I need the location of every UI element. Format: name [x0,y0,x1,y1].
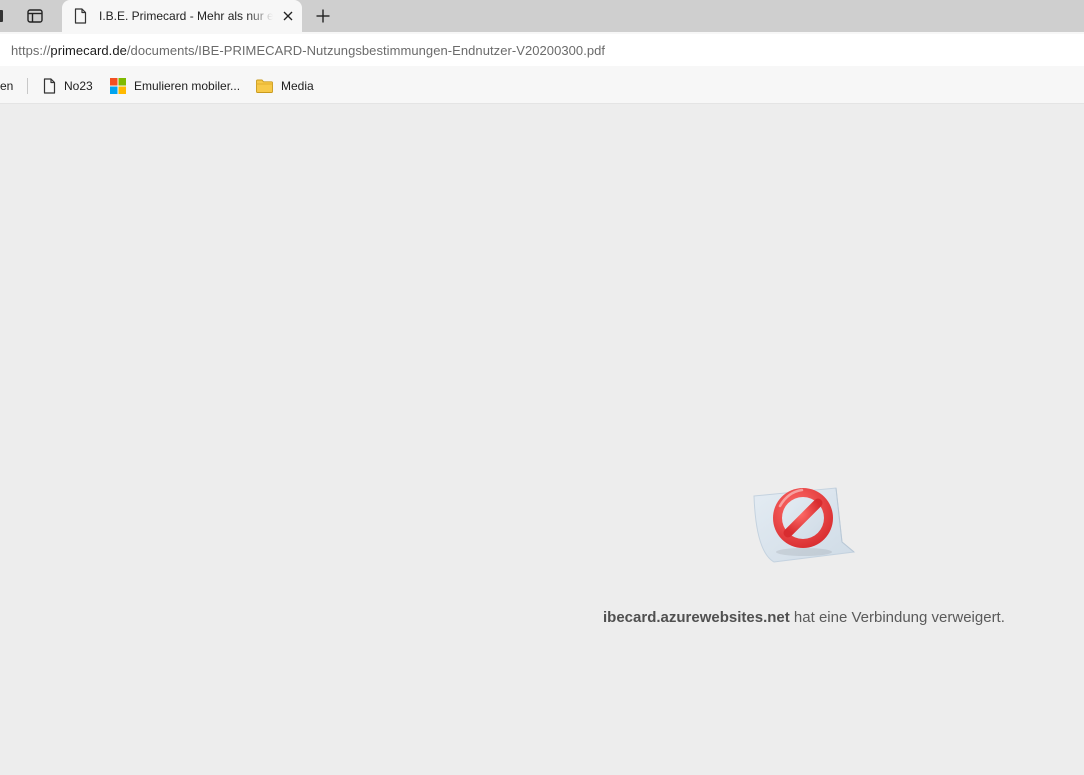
active-tab[interactable]: I.B.E. Primecard - Mehr als nur eine Kar… [62,0,302,32]
page-icon [43,78,56,94]
bookmark-media-folder[interactable]: Media [256,75,314,97]
bookmark-no23[interactable]: No23 [43,75,93,97]
blocked-icon [750,482,858,573]
url-text[interactable]: https://primecard.de/documents/IBE-PRIME… [0,43,605,58]
bookmarks-separator [27,78,28,94]
folder-icon [256,79,273,93]
error-host: ibecard.azurewebsites.net [603,609,790,626]
toolbar: https://primecard.de/documents/IBE-PRIME… [0,32,1084,68]
close-tab-button[interactable] [279,7,297,25]
bookmark-label: Emulieren mobiler... [134,79,241,93]
error-text: hat eine Verbindung verweigert. [793,609,1005,626]
previous-tab-edge[interactable] [0,10,3,22]
new-tab-button[interactable] [310,4,336,28]
tab-actions-button[interactable] [22,5,48,27]
page-content: ibecard.azurewebsites.net hat eine Verbi… [0,104,1084,775]
tab-actions-icon [27,9,43,23]
bookmarks-bar: en No23 Emulieren mobiler... Media [0,68,1084,104]
microsoft-logo-icon [110,78,126,94]
bookmark-emulieren[interactable]: Emulieren mobiler... [110,75,240,97]
bookmark-label: en [0,79,14,93]
address-bar[interactable]: https://primecard.de/documents/IBE-PRIME… [0,34,1084,66]
bookmark-truncated[interactable]: en [0,75,13,97]
bookmark-label: Media [281,79,314,93]
tab-strip: I.B.E. Primecard - Mehr als nur eine Kar… [0,0,1084,32]
url-path: /documents/IBE-PRIMECARD-Nutzungsbestimm… [126,42,606,58]
url-scheme: https:// [11,42,51,58]
page-icon [74,8,87,29]
error-message: ibecard.azurewebsites.net hat eine Verbi… [603,609,1063,626]
plus-icon [316,9,330,23]
close-icon [283,11,293,21]
tab-title: I.B.E. Primecard - Mehr als nur eine Kar… [99,9,273,23]
bookmark-label: No23 [64,79,93,93]
url-host: primecard.de [50,42,127,58]
